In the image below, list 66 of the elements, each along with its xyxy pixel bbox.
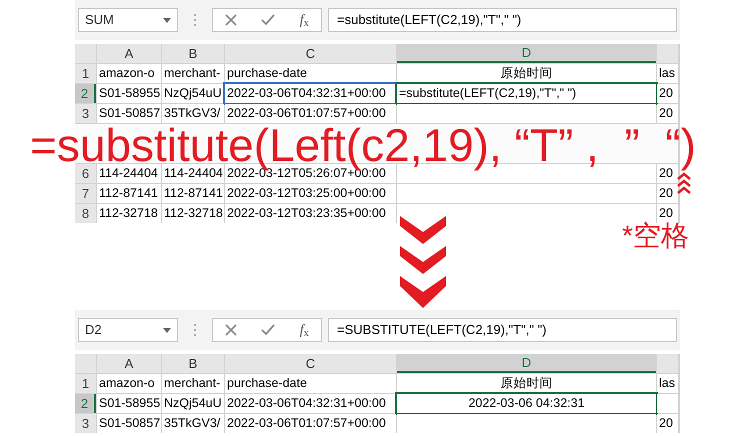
table-cell: 114-24404 xyxy=(162,164,224,183)
table-cell: 112-32718 xyxy=(97,204,161,223)
table-cell: 2022-03-12T03:23:35+00:00 xyxy=(225,204,396,223)
table-cell: NzQj54uU xyxy=(162,84,224,103)
table-cell: las xyxy=(657,64,678,83)
row-header[interactable]: 1 xyxy=(75,374,96,393)
table-cell: 112-87141 xyxy=(97,184,161,203)
table-cell: las xyxy=(657,374,678,393)
table-cell: 20 xyxy=(657,414,678,433)
column-header[interactable]: B xyxy=(162,354,224,373)
table-cell: S01-50857 xyxy=(97,414,161,433)
table-cell: 20 xyxy=(657,184,678,203)
table-cell: 2022-03-06T04:32:31+00:00 xyxy=(225,394,396,413)
table-cell: merchant- xyxy=(162,64,224,83)
table-cell: NzQj54uU xyxy=(162,394,224,413)
table-cell: S01-58955 xyxy=(97,84,161,103)
dropdown-caret-icon xyxy=(163,18,171,22)
column-header[interactable]: A xyxy=(97,354,161,373)
dropdown-caret-icon xyxy=(163,328,171,332)
column-header[interactable]: B xyxy=(162,44,224,63)
column-header[interactable]: C xyxy=(225,354,396,373)
checkmark-icon[interactable] xyxy=(261,14,276,26)
table-cell: 20 xyxy=(657,164,678,183)
table-cell: 35TkGV3/ xyxy=(162,414,224,433)
table-cell: 35TkGV3/ xyxy=(162,104,224,123)
row-header[interactable]: 6 xyxy=(75,164,96,183)
selected-cell[interactable]: 2022-03-06 04:32:31 xyxy=(397,394,656,413)
formula-bar[interactable]: =substitute(LEFT(C2,19),"T"," ") xyxy=(328,8,677,32)
name-box[interactable]: D2 xyxy=(78,318,178,342)
table-cell: amazon-o xyxy=(97,64,161,83)
table-cell: 原始时间 xyxy=(397,374,656,393)
table-cell: 原始时间 xyxy=(397,64,656,83)
table-cell: purchase-date xyxy=(225,64,396,83)
table-cell: merchant- xyxy=(162,374,224,393)
table-cell: 2022-03-12T03:25:00+00:00 xyxy=(225,184,396,203)
table-cell xyxy=(657,394,678,413)
table-cell: 2022-03-06T01:07:57+00:00 xyxy=(225,104,396,123)
table-cell: 112-87141 xyxy=(162,184,224,203)
table-cell: S01-50857 xyxy=(97,104,161,123)
table-cell: 2022-03-06T01:07:57+00:00 xyxy=(225,414,396,433)
referenced-cell[interactable]: 2022-03-06T04:32:31+00:00 xyxy=(225,84,396,103)
table-cell: S01-58955 xyxy=(97,394,161,413)
space-note: *空格 xyxy=(622,221,689,251)
table-cell: 20 xyxy=(657,204,678,223)
insert-function-button[interactable]: f$_{x}$ xyxy=(300,10,309,30)
table-cell: 114-24404 xyxy=(97,164,161,183)
row-header[interactable]: 3 xyxy=(75,414,96,433)
column-header[interactable]: C xyxy=(225,44,396,63)
table-cell: 20 xyxy=(657,84,678,103)
selected-cell[interactable]: =substitute(LEFT(C2,19),"T"," ") xyxy=(397,84,656,103)
column-header[interactable]: A xyxy=(97,44,161,63)
cancel-icon[interactable] xyxy=(225,324,238,336)
table-cell: 112-32718 xyxy=(162,204,224,223)
insert-function-button[interactable]: f$_{x}$ xyxy=(300,320,309,340)
checkmark-icon[interactable] xyxy=(261,324,276,336)
up-chevrons-icon xyxy=(677,172,691,196)
table-cell: purchase-date xyxy=(225,374,396,393)
row-header[interactable]: 7 xyxy=(75,184,96,203)
row-header[interactable]: 3 xyxy=(75,104,96,123)
row-header[interactable]: 8 xyxy=(75,204,96,223)
table-cell: 20 xyxy=(657,104,678,123)
cancel-icon[interactable] xyxy=(225,14,238,26)
formula-bar[interactable]: =SUBSTITUTE(LEFT(C2,19),"T"," ") xyxy=(328,318,677,342)
name-box[interactable]: SUM xyxy=(78,8,178,32)
row-header[interactable]: 1 xyxy=(75,64,96,83)
table-cell: amazon-o xyxy=(97,374,161,393)
